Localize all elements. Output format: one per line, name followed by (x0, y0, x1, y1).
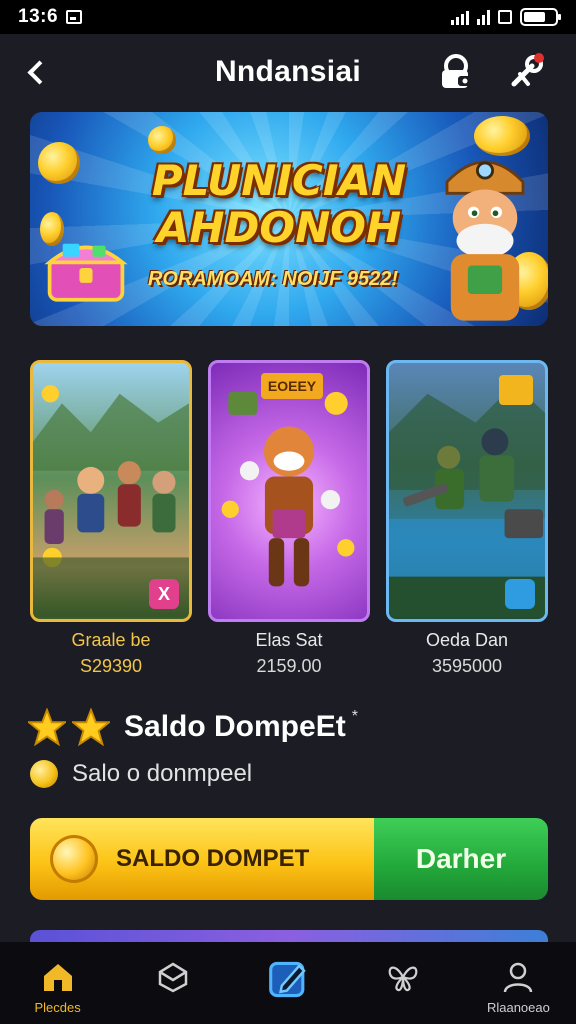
character-miner-icon (445, 160, 525, 321)
card-3-badge (505, 579, 535, 609)
cta-button[interactable]: Darher (374, 818, 548, 900)
nav-item-games[interactable] (115, 942, 230, 1024)
nav-label-profile: Rlaanoeao (486, 1000, 550, 1015)
nav-item-home[interactable]: Plecdes (0, 942, 115, 1024)
coin-icon (148, 126, 176, 154)
game-card-3[interactable] (386, 360, 548, 622)
game-1-name: Graale be (71, 630, 151, 650)
sparkle-icon: * (351, 708, 358, 725)
wallet-subtitle-row: Salo o donmpeel (30, 760, 252, 788)
card-2-art (221, 391, 355, 587)
cube-icon (158, 962, 188, 993)
edit-square-icon (269, 961, 306, 998)
treasure-chest-icon (44, 243, 128, 302)
game-3-name: Oeda Dan (425, 630, 509, 650)
wallet-subtitle: Salo o donmpeel (72, 760, 253, 787)
nav-item-profile[interactable]: Rlaanoeao (461, 942, 576, 1024)
notification-icon (66, 10, 83, 24)
game-card-1[interactable]: X (30, 360, 192, 622)
banner-headline-line2: AHDONOH (156, 203, 402, 252)
coin-icon (50, 835, 98, 883)
nav-item-rewards[interactable] (346, 942, 461, 1024)
nav-label-home: Plecdes (34, 1000, 81, 1015)
wallet-balance-label: SALDO DOMPET (116, 845, 310, 872)
back-button[interactable] (18, 54, 54, 90)
game-1-price: S29390 (79, 656, 143, 676)
banner-subline: RORAMOAM: NOIJF 9522! (147, 268, 399, 290)
card-2-tag: EOEEY (261, 373, 323, 399)
game-card-2[interactable]: EOEEY (208, 360, 370, 622)
sim-icon (498, 10, 512, 24)
page-title: Nndansiai (214, 55, 362, 88)
nav-item-center[interactable] (230, 942, 345, 1024)
signal-icon (451, 9, 469, 25)
wallet-balance-button[interactable]: SALDO DOMPET (30, 818, 374, 900)
game-2-price: 2159.00 (256, 656, 322, 676)
banner-headline: PLUNICIAN AHDONOH (134, 158, 424, 252)
tools-icon[interactable] (506, 52, 546, 92)
status-time: 13:6 (18, 6, 59, 27)
signal-icon-secondary (477, 9, 490, 25)
card-badge: X (149, 579, 179, 609)
status-indicators (451, 8, 561, 26)
app-screen: 13:6 Nndansiai PLUNICIAN AHDONOH RORAMOA… (0, 0, 576, 1024)
profile-icon (504, 962, 533, 993)
star-icon (72, 708, 110, 746)
coin-icon (30, 760, 58, 788)
bottom-nav: Plecdes Rlaanoeao (0, 942, 576, 1024)
promo-banner[interactable]: PLUNICIAN AHDONOH RORAMOAM: NOIJF 9522! (30, 112, 548, 326)
home-icon (43, 964, 72, 991)
wallet-title-row: Saldo DompeEt * (28, 708, 358, 746)
battery-icon (520, 8, 561, 26)
coin-icon (38, 142, 80, 184)
app-header: Nndansiai (0, 34, 576, 110)
star-icon (28, 708, 66, 746)
butterfly-icon (388, 966, 418, 992)
cta-button-label: Darher (415, 843, 507, 874)
card-3-corner-tag (499, 375, 533, 405)
lock-icon[interactable] (436, 52, 476, 92)
wallet-title: Saldo DompeEt (124, 710, 346, 743)
game-2-name: Elas Sat (255, 630, 323, 650)
game-3-price: 3595000 (431, 656, 503, 676)
banner-headline-line1: PLUNICIAN (151, 156, 407, 205)
status-bar: 13:6 (0, 0, 576, 34)
